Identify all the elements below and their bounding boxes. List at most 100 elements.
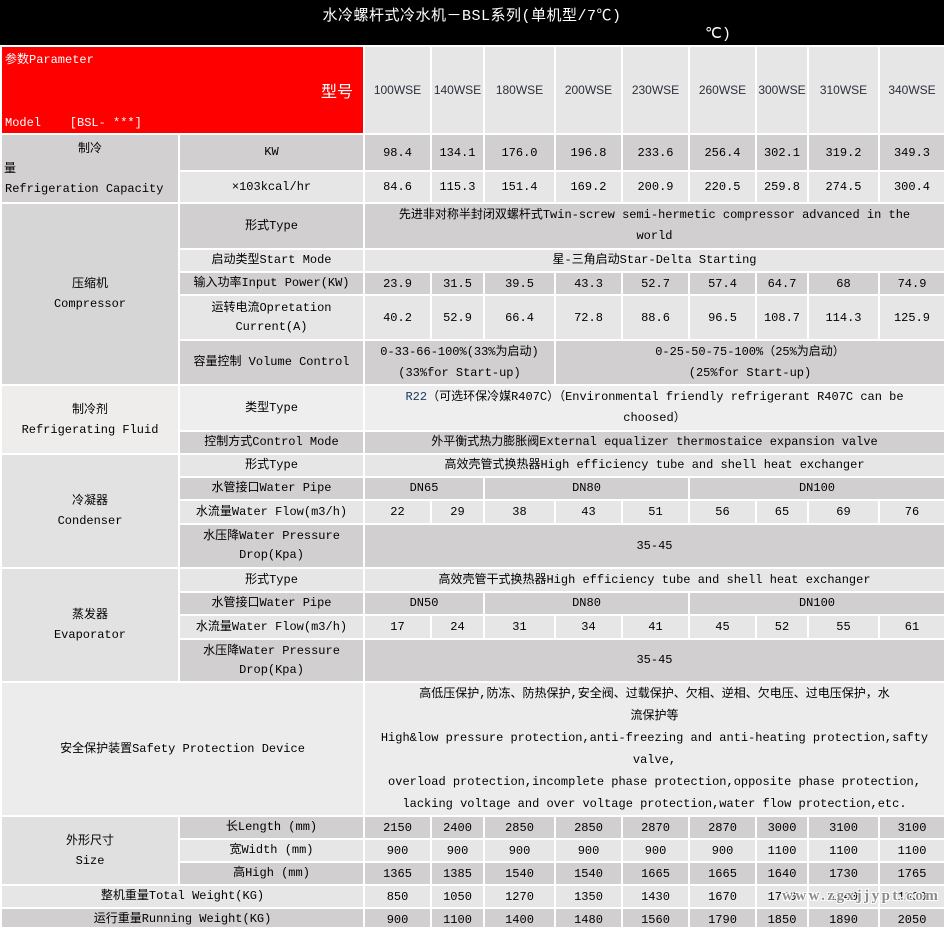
value-cell: 39.5 (484, 272, 555, 295)
text-line: R22（可选环保冷媒R407C）（Environmental friendly … (365, 387, 944, 408)
text-line: 星-三角启动Star-Delta Starting (365, 250, 944, 271)
text-line: Condenser (2, 511, 178, 531)
value-cell: 233.6 (622, 134, 689, 171)
value-cell: 900 (364, 839, 431, 862)
group-value: 0-33-66-100%(33%为启动)(33%for Start-up) (364, 340, 555, 385)
text-line: 外形尺寸 (2, 831, 178, 851)
value-cell: 1540 (484, 862, 555, 885)
value-cell: 31.5 (431, 272, 484, 295)
value-cell: 151.4 (484, 171, 555, 203)
text-line: 流保护等 (365, 705, 944, 727)
text-line: 蒸发器 (2, 605, 178, 625)
text-line: 高效壳管式换热器High efficiency tube and shell h… (365, 455, 944, 476)
title-bar: 水冷螺杆式冷水机－BSL系列(单机型/7℃) ℃) (0, 0, 944, 45)
value-cell: 134.1 (431, 134, 484, 171)
model-column-header: 340WSE (879, 46, 944, 134)
table-row: 制冷剂Refrigerating Fluid类型TypeR22（可选环保冷媒R4… (1, 385, 944, 431)
section-label-refrigerant-type: 制冷剂Refrigerating Fluid (1, 385, 179, 454)
value-cell: 1100 (431, 908, 484, 927)
value-cell: 900 (622, 839, 689, 862)
group-value: DN65 (364, 477, 484, 500)
text-line: 高效壳管干式换热器High efficiency tube and shell … (365, 570, 944, 591)
value-cell: 1765 (879, 862, 944, 885)
value-cell: 1790 (689, 908, 756, 927)
row-label: 水流量Water Flow(m3/h) (179, 500, 364, 524)
value-cell: 34 (555, 615, 622, 639)
merged-value: 高效壳管式换热器High efficiency tube and shell h… (364, 454, 944, 477)
value-cell: 1100 (879, 839, 944, 862)
value-cell: 302.1 (756, 134, 808, 171)
value-cell: 1890 (808, 908, 879, 927)
value-cell: 31 (484, 615, 555, 639)
table-row: 压缩机Compressor形式Type先进非对称半封闭双螺杆式Twin-scre… (1, 203, 944, 249)
value-cell: 115.3 (431, 171, 484, 203)
group-value: DN100 (689, 592, 944, 615)
value-cell: 23.9 (364, 272, 431, 295)
group-value: DN80 (484, 477, 689, 500)
value-cell: 1640 (756, 862, 808, 885)
row-label: 控制方式Control Mode (179, 431, 364, 454)
table-row: 外形尺寸Size长Length (mm)21502400285028502870… (1, 816, 944, 839)
table-row: 制冷量Refrigeration CapacityKW98.4134.1176.… (1, 134, 944, 171)
value-cell: 84.6 (364, 171, 431, 203)
text-line: 制冷 (2, 139, 178, 159)
spec-sheet: 水冷螺杆式冷水机－BSL系列(单机型/7℃) ℃) 参数Parameter 型号… (0, 0, 944, 927)
value-cell: 76 (879, 500, 944, 524)
page-title: 水冷螺杆式冷水机－BSL系列(单机型/7℃) (0, 4, 944, 25)
title-overflow-text: ℃) (705, 24, 731, 43)
value-cell: 61 (879, 615, 944, 639)
section-label-evaporator-form: 蒸发器Evaporator (1, 568, 179, 682)
value-cell: 2150 (364, 816, 431, 839)
group-value: DN80 (484, 592, 689, 615)
value-cell: 1350 (555, 885, 622, 908)
value-cell: 2400 (431, 816, 484, 839)
value-cell: 2850 (555, 816, 622, 839)
row-label: KW (179, 134, 364, 171)
text-line: choosed） (365, 408, 944, 429)
text-line: Compressor (2, 294, 178, 314)
text-line: 外平衡式热力膨胀阀External equalizer thermostaice… (365, 432, 944, 453)
text-line: 0-33-66-100%(33%为启动) (365, 342, 554, 363)
value-cell: 55 (808, 615, 879, 639)
value-cell: 3100 (879, 816, 944, 839)
value-cell: 65 (756, 500, 808, 524)
value-cell: 108.7 (756, 295, 808, 340)
merged-value: 高效壳管干式换热器High efficiency tube and shell … (364, 568, 944, 592)
text-line: High&low pressure protection,anti-freezi… (365, 727, 944, 749)
value-cell: 1850 (756, 908, 808, 927)
row-label: 输入功率Input Power(KW) (179, 272, 364, 295)
value-cell: 68 (808, 272, 879, 295)
table-header-row: 参数Parameter 型号 Model [BSL- ***] 100WSE 1… (1, 46, 944, 134)
value-cell: 300.4 (879, 171, 944, 203)
value-cell: 52.9 (431, 295, 484, 340)
value-cell: 200.9 (622, 171, 689, 203)
row-label: 容量控制 Volume Control (179, 340, 364, 385)
group-value: DN100 (689, 477, 944, 500)
row-label: ×103kcal/hr (179, 171, 364, 203)
value-cell: 1050 (431, 885, 484, 908)
value-cell: 96.5 (689, 295, 756, 340)
value-cell: 98.4 (364, 134, 431, 171)
text-line: (25%for Start-up) (556, 363, 944, 384)
value-cell: 64.7 (756, 272, 808, 295)
row-label: 形式Type (179, 568, 364, 592)
row-label: 水管接口Water Pipe (179, 592, 364, 615)
value-cell: 169.2 (555, 171, 622, 203)
text-line: DN100 (690, 478, 944, 499)
value-cell: 41 (622, 615, 689, 639)
value-cell: 850 (364, 885, 431, 908)
value-cell: 2870 (689, 816, 756, 839)
text-line: Evaporator (2, 625, 178, 645)
value-cell: 69 (808, 500, 879, 524)
value-cell: 56 (689, 500, 756, 524)
value-cell: 1385 (431, 862, 484, 885)
value-cell: 1540 (555, 862, 622, 885)
text-line: 量 (2, 159, 178, 179)
text-line: 35-45 (365, 536, 944, 557)
table-row: 冷凝器Condenser形式Type高效壳管式换热器High efficienc… (1, 454, 944, 477)
row-label: 安全保护装置Safety Protection Device (1, 682, 364, 816)
merged-value: 35-45 (364, 524, 944, 568)
text-line: Refrigerating Fluid (2, 420, 178, 440)
text-line: 35-45 (365, 650, 944, 671)
value-cell: 900 (484, 839, 555, 862)
